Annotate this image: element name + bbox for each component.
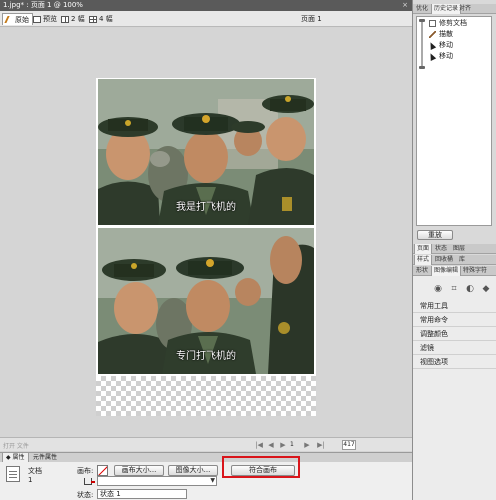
page-selector[interactable]: 页面 1: [298, 13, 325, 25]
history-tabs: 优化 历史记录 对齐: [413, 4, 496, 14]
chevron-down-icon: ▼: [210, 477, 215, 484]
brush-icon: [429, 31, 436, 38]
canvas-label: 画布:: [77, 467, 94, 475]
properties-panel: 文档 1 画布: 画布大小... 图像大小... 符合画布 ▼ 状态: 状态 1: [0, 462, 412, 500]
state-value: 状态 1: [100, 490, 121, 498]
play-icon[interactable]: ▶: [278, 441, 288, 449]
tab-library[interactable]: 库: [457, 255, 467, 265]
status-text: 打开 文件: [3, 443, 29, 450]
history-list[interactable]: 修剪文档 描散 移动 移动: [416, 16, 492, 226]
properties-tabs: ◆ 属性 元件属性: [0, 452, 412, 463]
list-item[interactable]: 视图选项: [413, 355, 496, 369]
state-label: 状态:: [77, 491, 94, 499]
close-icon[interactable]: ×: [402, 0, 408, 11]
four-up-icon: [89, 15, 97, 23]
first-frame-icon[interactable]: |◀: [254, 441, 264, 449]
history-item[interactable]: 移动: [417, 40, 491, 51]
history-item-label: 修剪文档: [439, 19, 467, 27]
paint-bucket-icon: [84, 478, 95, 485]
tab-preview[interactable]: 预览: [30, 13, 60, 25]
image-edit-tool-icons: ◉ ⌗ ◐ ◆: [413, 283, 496, 297]
pages-tabs: 页面 状态 图层: [413, 244, 496, 254]
highlight-box: [222, 456, 300, 478]
tab-align[interactable]: 对齐: [457, 4, 473, 14]
tab-shapes[interactable]: 形状: [414, 266, 430, 276]
last-frame-icon[interactable]: ▶|: [316, 441, 326, 449]
doc-value: 1: [28, 476, 33, 484]
status-bar: 打开 文件 |◀ ◀ ▶ 1 ▶ ▶| 417: [0, 437, 412, 451]
page-label: 页面 1: [301, 15, 322, 23]
tab-styles[interactable]: 样式: [414, 255, 433, 265]
pointer-icon: [427, 41, 437, 50]
styles-tabs: 样式 回收桶 库: [413, 255, 496, 265]
canvas-area[interactable]: 我是打飞机的 专门打飞机的: [0, 28, 412, 437]
canvas-color-swatch[interactable]: [97, 465, 108, 476]
transparent-area: [96, 376, 316, 416]
tab-original-label: 原始: [15, 15, 29, 24]
history-item[interactable]: 描散: [417, 29, 491, 40]
prev-frame-icon[interactable]: ◀: [266, 441, 276, 449]
next-frame-icon[interactable]: ▶: [302, 441, 312, 449]
replay-button[interactable]: 重放: [417, 230, 453, 240]
preview-icon: [33, 15, 41, 23]
edit-tabs: 形状 图像编辑 特殊字符: [413, 266, 496, 276]
list-item[interactable]: 滤镜: [413, 341, 496, 355]
list-item[interactable]: 常用工具: [413, 299, 496, 313]
tab-original[interactable]: 原始: [2, 13, 33, 25]
tab-two-up-label: 2 幅: [71, 15, 85, 23]
tab-states[interactable]: 状态: [433, 244, 449, 254]
document-title-bar: 1.jpg* : 页面 1 @ 100% ×: [0, 0, 412, 11]
tab-two-up[interactable]: 2 幅: [58, 13, 88, 25]
tab-special-chars[interactable]: 特殊字符: [461, 266, 489, 276]
crop-icon[interactable]: ⌗: [449, 284, 459, 294]
tab-optimize[interactable]: 优化: [414, 4, 430, 14]
photo-top[interactable]: 我是打飞机的: [98, 79, 314, 225]
image-size-button[interactable]: 图像大小...: [168, 465, 218, 476]
tab-recycle[interactable]: 回收桶: [433, 255, 455, 265]
document-icon: [6, 466, 20, 482]
state-select[interactable]: 状态 1: [97, 489, 187, 499]
history-item[interactable]: 移动: [417, 51, 491, 62]
list-item[interactable]: 常用命令: [413, 313, 496, 327]
drop-icon[interactable]: ◆: [481, 284, 491, 294]
zoom-value[interactable]: 417: [342, 440, 356, 450]
list-item[interactable]: 调整颜色: [413, 327, 496, 341]
eye-icon[interactable]: ◉: [433, 284, 443, 294]
tab-four-up[interactable]: 4 幅: [86, 13, 116, 25]
photo-bottom-caption: 专门打飞机的: [176, 351, 236, 362]
tab-four-up-label: 4 幅: [99, 15, 113, 23]
history-item-label: 移动: [439, 52, 453, 60]
history-item-label: 移动: [439, 41, 453, 49]
history-item[interactable]: 修剪文档: [417, 18, 491, 29]
pen-icon: [4, 16, 15, 23]
tab-preview-label: 预览: [43, 15, 57, 23]
history-item-label: 描散: [439, 30, 453, 38]
document-canvas[interactable]: 我是打飞机的 专门打飞机的: [96, 78, 316, 416]
document-icon: [429, 20, 436, 27]
doc-type-label: 文档: [28, 467, 42, 475]
pointer-icon: [427, 52, 437, 61]
tab-image-edit[interactable]: 图像编辑: [431, 266, 462, 276]
page-number: 1: [290, 441, 294, 448]
photo-bottom[interactable]: 专门打飞机的: [98, 228, 314, 374]
photo-top-caption: 我是打飞机的: [176, 202, 236, 213]
tab-pages[interactable]: 页面: [414, 244, 433, 254]
adjust-icon[interactable]: ◐: [465, 284, 475, 294]
color-select[interactable]: ▼: [97, 476, 217, 486]
canvas-size-button[interactable]: 画布大小...: [114, 465, 164, 476]
two-up-icon: [61, 15, 69, 23]
tab-layers[interactable]: 图层: [451, 244, 467, 254]
document-title: 1.jpg* : 页面 1 @ 100%: [3, 1, 83, 9]
view-toolbar: 原始 预览 2 幅 4 幅 页面 1: [0, 11, 412, 27]
right-panel: 优化 历史记录 对齐 修剪文档 描散 移动 移动 重放 页面 状态 图层 样式 …: [412, 0, 496, 500]
